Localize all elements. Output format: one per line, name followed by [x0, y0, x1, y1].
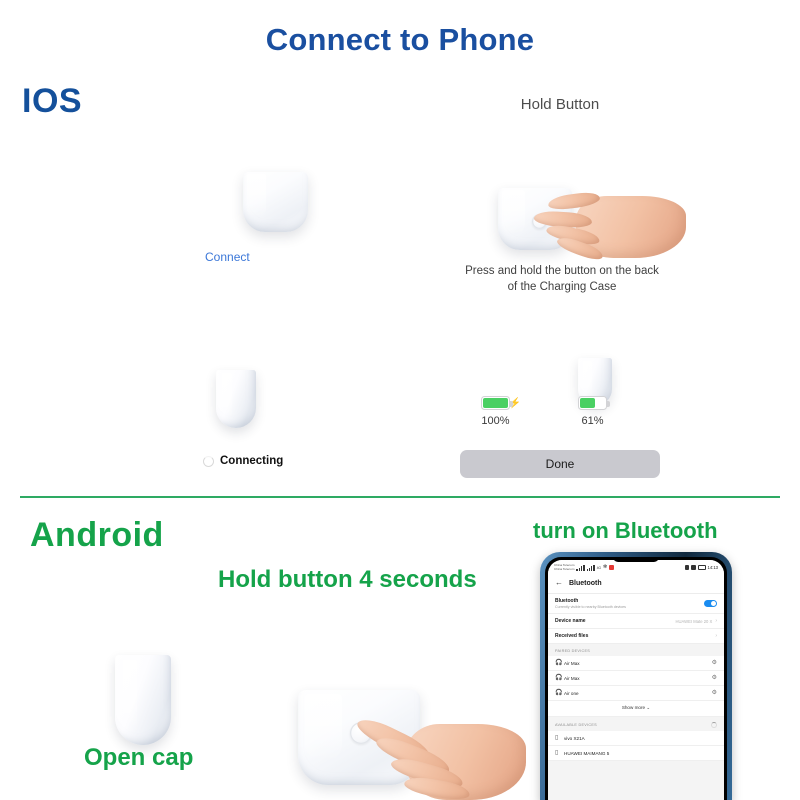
available-device-row-2[interactable]: ▯ HUAWEI MAIMANG 5 — [548, 746, 724, 761]
signal-bars-icon-2 — [586, 564, 595, 571]
chevron-right-icon: › — [715, 618, 717, 624]
paired-device-row-2[interactable]: 🎧 Air Max ⚙ — [548, 671, 724, 686]
paired-device-name: Air Max — [564, 660, 580, 666]
bluetooth-row-title: Bluetooth — [555, 598, 579, 604]
phone-icon: ▯ — [555, 750, 559, 756]
gear-icon[interactable]: ⚙ — [712, 675, 717, 681]
open-cap-label: Open cap — [84, 744, 194, 771]
status-battery-icon — [697, 565, 707, 570]
headphones-icon: 🎧 — [555, 675, 563, 681]
android-section-label: Android — [30, 516, 164, 554]
headphones-icon: 🎧 — [555, 690, 563, 696]
bluetooth-toggle-row[interactable]: Bluetooth Currently visible to nearby Bl… — [548, 594, 724, 614]
battery-case: ⚡ 100% — [481, 396, 521, 427]
device-name-row[interactable]: Device name HUAWEI Mate 20 X › — [548, 614, 724, 629]
clock-label: 14:13 — [707, 565, 718, 570]
tutorial-page: Connect to Phone IOS Hold Button Connect… — [0, 0, 800, 800]
app-bar-title: Bluetooth — [569, 579, 602, 587]
paired-devices-header: PAIRED DEVICES — [548, 644, 724, 656]
alarm-icon — [684, 565, 690, 570]
network-type-label: 4G — [596, 565, 602, 570]
gear-icon[interactable]: ⚙ — [712, 690, 717, 696]
battery-fill — [580, 398, 596, 408]
ios-section-label: IOS — [22, 82, 83, 120]
phone-bezel: China Telecom China Telecom 4G ✻ 14:13 ←… — [545, 557, 727, 800]
page-title: Connect to Phone — [265, 22, 535, 57]
bluetooth-row-subtitle: Currently visible to nearby Bluetooth de… — [555, 605, 626, 609]
bluetooth-status-icon: ✻ — [603, 564, 608, 570]
charging-case-closed — [243, 172, 308, 232]
chevron-right-icon: › — [715, 633, 717, 639]
battery-fill — [483, 398, 508, 408]
bluetooth-toggle[interactable] — [704, 600, 717, 607]
signal-bars-icon — [576, 564, 585, 571]
section-divider — [20, 496, 780, 498]
battery-percent-label: 61% — [581, 415, 604, 427]
available-devices-header: AVAILABLE DEVICES — [548, 717, 724, 731]
loading-spinner-icon — [203, 455, 214, 467]
back-arrow-icon[interactable]: ← — [555, 579, 563, 587]
show-more-label: Show more — [621, 705, 646, 710]
phone-screen: China Telecom China Telecom 4G ✻ 14:13 ←… — [548, 560, 724, 800]
done-button[interactable]: Done — [460, 450, 660, 478]
status-bar: China Telecom China Telecom 4G ✻ 14:13 — [548, 560, 724, 574]
received-files-row[interactable]: Received files › — [548, 629, 724, 644]
battery-icon — [578, 396, 610, 410]
earbud-graphic-open-cap — [115, 655, 171, 745]
android-press-button-illustration — [298, 690, 528, 800]
available-device-row-1[interactable]: ▯ vivo X21A — [548, 731, 724, 746]
earbud-graphic-connecting — [216, 370, 256, 428]
press-button-illustration — [498, 188, 703, 268]
paired-devices-header-label: PAIRED DEVICES — [555, 649, 591, 653]
battery-earbuds: 61% — [578, 396, 610, 427]
paired-device-row-3[interactable]: 🎧 Air one ⚙ — [548, 686, 724, 701]
headphones-icon: 🎧 — [555, 660, 563, 666]
paired-device-name: Air Max — [564, 675, 580, 681]
paired-device-name: Air one — [564, 690, 579, 696]
device-name-value: HUAWEI Mate 20 X — [675, 618, 713, 624]
battery-percent-label: 100% — [481, 415, 510, 427]
scanning-spinner-icon — [711, 722, 717, 728]
turn-on-bluetooth-label: turn on Bluetooth — [533, 518, 718, 543]
press-hold-instruction: Press and hold the button on the back of… — [465, 265, 659, 293]
show-more-button[interactable]: Show more ⌄ — [548, 701, 724, 717]
connecting-status: Connecting — [203, 455, 283, 467]
connecting-label: Connecting — [220, 455, 284, 467]
gear-icon[interactable]: ⚙ — [712, 660, 717, 666]
received-files-label: Received files — [555, 633, 589, 639]
battery-icon: ⚡ — [481, 396, 521, 410]
available-device-name: vivo X21A — [564, 735, 585, 741]
device-name-label: Device name — [555, 618, 586, 624]
paired-device-row-1[interactable]: 🎧 Air Max ⚙ — [548, 656, 724, 671]
app-bar: ← Bluetooth — [548, 574, 724, 594]
available-devices-header-label: AVAILABLE DEVICES — [555, 723, 597, 727]
vibrate-icon — [691, 565, 696, 570]
android-phone-mockup: China Telecom China Telecom 4G ✻ 14:13 ←… — [540, 552, 732, 800]
hold-button-4-seconds-label: Hold button 4 seconds — [218, 566, 477, 593]
connect-link[interactable]: Connect — [205, 250, 250, 264]
phone-icon: ▯ — [555, 735, 559, 741]
available-device-name: HUAWEI MAIMANG 5 — [564, 750, 610, 756]
hold-button-label: Hold Button — [520, 96, 600, 113]
phone-notch — [613, 557, 659, 562]
notification-badge-icon — [609, 565, 615, 570]
carrier-label-secondary: China Telecom — [554, 566, 575, 571]
chevron-down-icon: ⌄ — [646, 705, 651, 710]
charging-bolt-icon: ⚡ — [508, 398, 521, 409]
